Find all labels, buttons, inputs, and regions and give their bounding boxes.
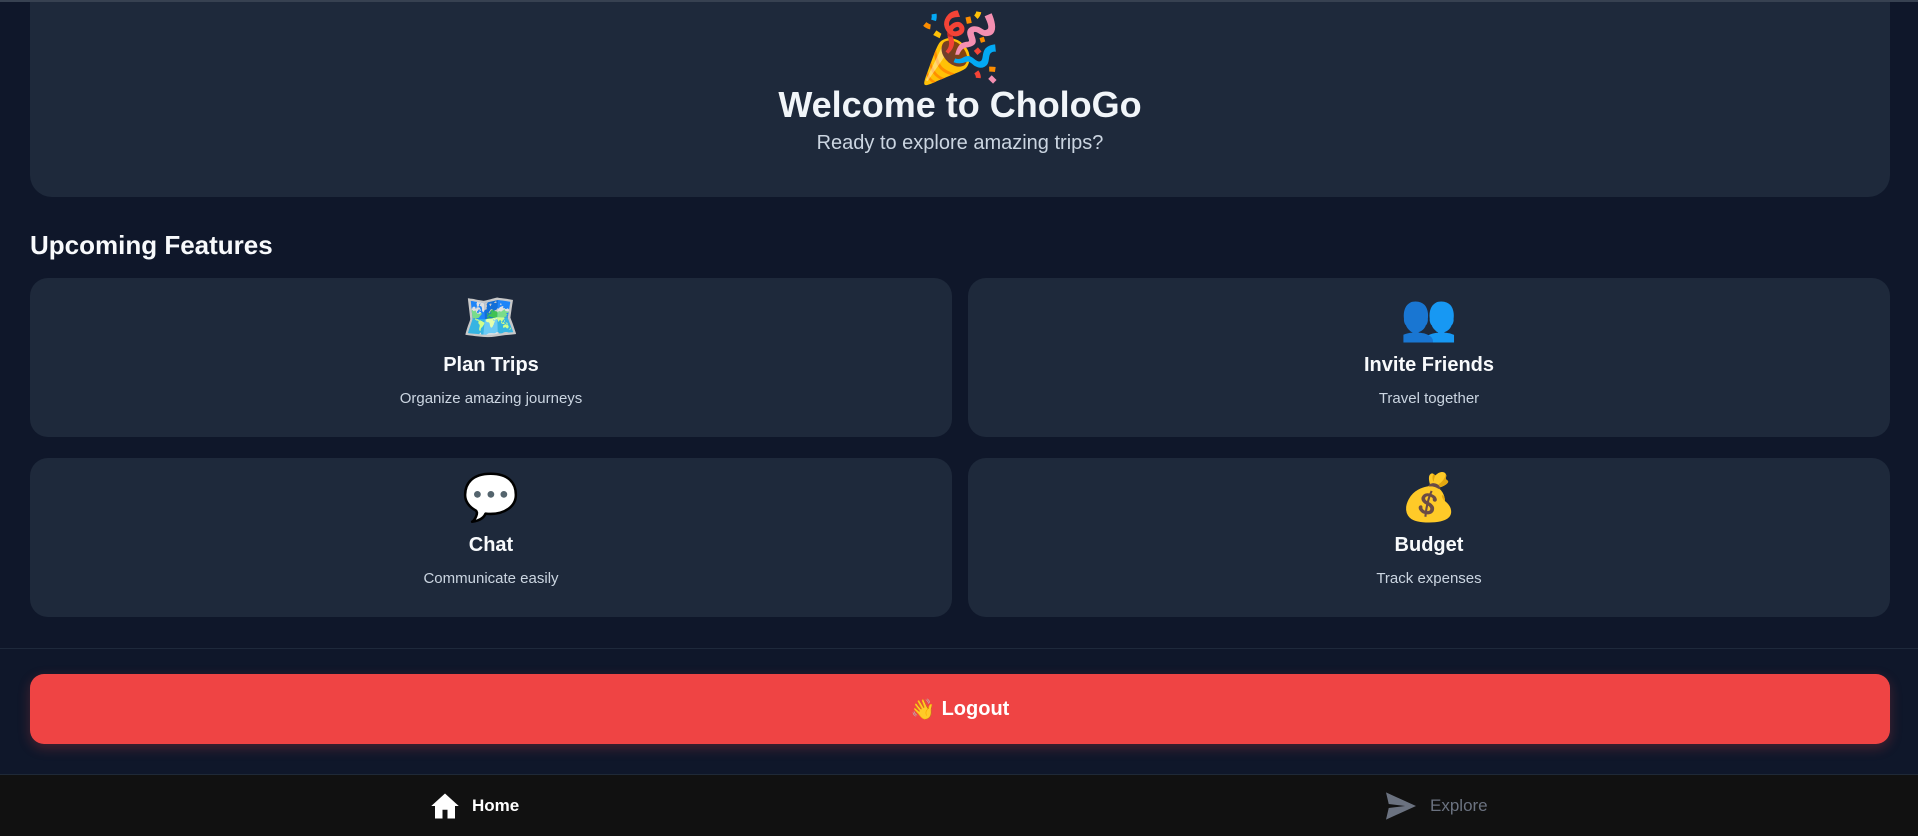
nav-label-explore: Explore <box>1430 796 1488 815</box>
logout-label: Logout <box>941 697 1010 720</box>
send-icon <box>1386 792 1416 820</box>
section-title-upcoming-features: Upcoming Features <box>30 230 273 260</box>
feature-card-invite-friends[interactable]: 👥 Invite Friends Travel together <box>968 278 1890 437</box>
app-screen: 🎉 Welcome to CholoGo Ready to explore am… <box>0 0 1918 836</box>
feature-description: Travel together <box>1378 390 1480 407</box>
main-content: 🎉 Welcome to CholoGo Ready to explore am… <box>0 2 1918 648</box>
nav-item-home[interactable]: Home <box>430 775 519 836</box>
map-icon: 🗺️ <box>462 291 520 343</box>
nav-item-explore[interactable]: Explore <box>1384 775 1488 836</box>
feature-card-budget[interactable]: 💰 Budget Track expenses <box>968 458 1890 617</box>
feature-description: Communicate easily <box>423 570 559 587</box>
divider <box>0 648 1918 649</box>
speech-bubble-icon: 💬 <box>462 471 520 523</box>
feature-title: Invite Friends <box>1363 354 1495 376</box>
feature-title: Plan Trips <box>443 354 539 376</box>
feature-description: Organize amazing journeys <box>399 390 583 407</box>
party-popper-icon: 🎉 <box>917 10 1003 86</box>
welcome-subtitle: Ready to explore amazing trips? <box>816 132 1104 154</box>
feature-title: Budget <box>1394 534 1464 556</box>
welcome-title: Welcome to CholoGo <box>778 84 1142 125</box>
feature-card-plan-trips[interactable]: 🗺️ Plan Trips Organize amazing journeys <box>30 278 952 437</box>
nav-label-home: Home <box>472 796 520 815</box>
bottom-nav: Home Explore <box>0 774 1918 836</box>
feature-title: Chat <box>468 534 514 556</box>
home-icon <box>431 793 459 819</box>
feature-card-chat[interactable]: 💬 Chat Communicate easily <box>30 458 952 617</box>
welcome-banner: 🎉 Welcome to CholoGo Ready to explore am… <box>30 2 1890 197</box>
logout-button[interactable]: 👋 Logout <box>30 674 1890 744</box>
waving-hand-icon: 👋 <box>910 698 936 721</box>
feature-description: Track expenses <box>1376 570 1482 587</box>
friends-icon: 👥 <box>1400 291 1458 343</box>
money-bag-icon: 💰 <box>1400 471 1458 523</box>
